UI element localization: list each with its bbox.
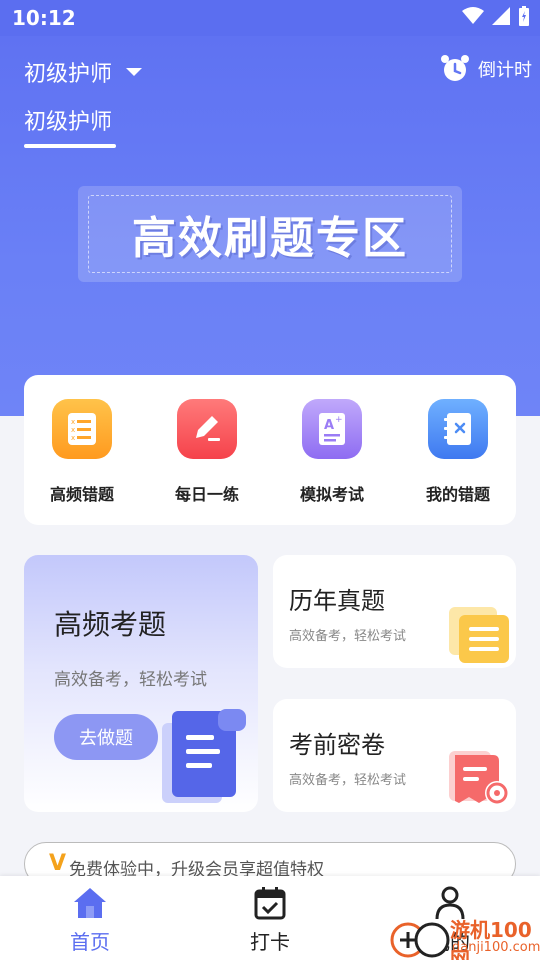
quick-action-my-errors[interactable]: 我的错题 (403, 399, 513, 505)
card-title: 考前密卷 (289, 731, 385, 759)
status-time: 10:12 (12, 6, 76, 30)
nav-item-home[interactable]: 首页 (40, 886, 140, 955)
card-title: 高频考题 (54, 608, 167, 641)
watermark-logo-icon (390, 922, 450, 958)
home-icon (74, 888, 106, 918)
svg-text:A: A (324, 418, 334, 433)
tab-exam[interactable]: 初级护师 (24, 104, 112, 136)
exam-selector-label: 初级护师 (24, 62, 113, 87)
quick-actions-card: xxx 高频错题 每日一练 A + 模拟考试 我的错题 (24, 375, 516, 525)
countdown-label: 倒计时 (478, 60, 532, 81)
card-secret-paper[interactable]: 考前密卷 高效备考，轻松考试 (273, 699, 516, 812)
card-subtitle: 高效备考，轻松考试 (289, 773, 407, 788)
svg-text:x: x (71, 418, 75, 426)
promo-banner-frame: 高效刷题专区 (88, 195, 452, 273)
quick-action-label: 高频错题 (49, 485, 114, 504)
quick-action-label: 我的错题 (425, 485, 490, 504)
nav-label: 打卡 (250, 930, 290, 954)
svg-text:x: x (71, 426, 75, 434)
target-document-icon (449, 751, 509, 805)
exam-paper-icon: A + (302, 399, 362, 459)
edit-pencil-icon (177, 399, 237, 459)
list-checks-icon: xxx (52, 399, 112, 459)
watermark: 游机100网 danji100.com (388, 914, 540, 960)
go-practice-button[interactable]: 去做题 (54, 714, 158, 760)
quick-action-mock-exam[interactable]: A + 模拟考试 (277, 399, 387, 505)
wifi-icon (462, 7, 484, 24)
card-subtitle: 高效备考，轻松考试 (54, 670, 207, 690)
promo-banner-text: 高效刷题专区 (132, 213, 408, 264)
svg-text:+: + (335, 415, 343, 425)
document-stack-icon (449, 607, 509, 663)
tab-indicator (24, 144, 116, 148)
status-bar: 10:12 (0, 0, 540, 36)
hero-header: 初级护师 倒计时 初级护师 高效刷题专区 (0, 36, 540, 416)
card-past-papers[interactable]: 历年真题 高效备考，轻松考试 (273, 555, 516, 668)
caret-down-icon (126, 68, 143, 76)
calendar-check-icon (254, 887, 286, 920)
countdown-button[interactable]: 倒计时 (440, 54, 532, 84)
alarm-clock-icon (441, 55, 469, 81)
status-icons (462, 6, 530, 26)
card-high-freq-questions[interactable]: 高频考题 高效备考，轻松考试 去做题 (24, 555, 258, 812)
notebook-x-icon (428, 399, 488, 459)
quick-action-label: 模拟考试 (299, 485, 364, 504)
svg-text:x: x (71, 434, 75, 442)
exam-selector[interactable]: 初级护师 (24, 56, 143, 88)
scroll-document-icon (162, 709, 246, 803)
nav-label: 首页 (70, 930, 110, 954)
card-title: 历年真题 (289, 587, 385, 615)
nav-item-checkin[interactable]: 打卡 (220, 886, 320, 955)
watermark-url: danji100.com (452, 940, 540, 955)
battery-icon (519, 6, 529, 26)
vip-badge-icon: V (49, 851, 67, 876)
card-subtitle: 高效备考，轻松考试 (289, 629, 407, 644)
promo-banner[interactable]: 高效刷题专区 (78, 186, 462, 282)
signal-icon (492, 7, 510, 25)
quick-action-label: 每日一练 (174, 485, 239, 504)
quick-action-daily-practice[interactable]: 每日一练 (152, 399, 262, 505)
quick-action-high-freq-errors[interactable]: xxx 高频错题 (27, 399, 137, 505)
